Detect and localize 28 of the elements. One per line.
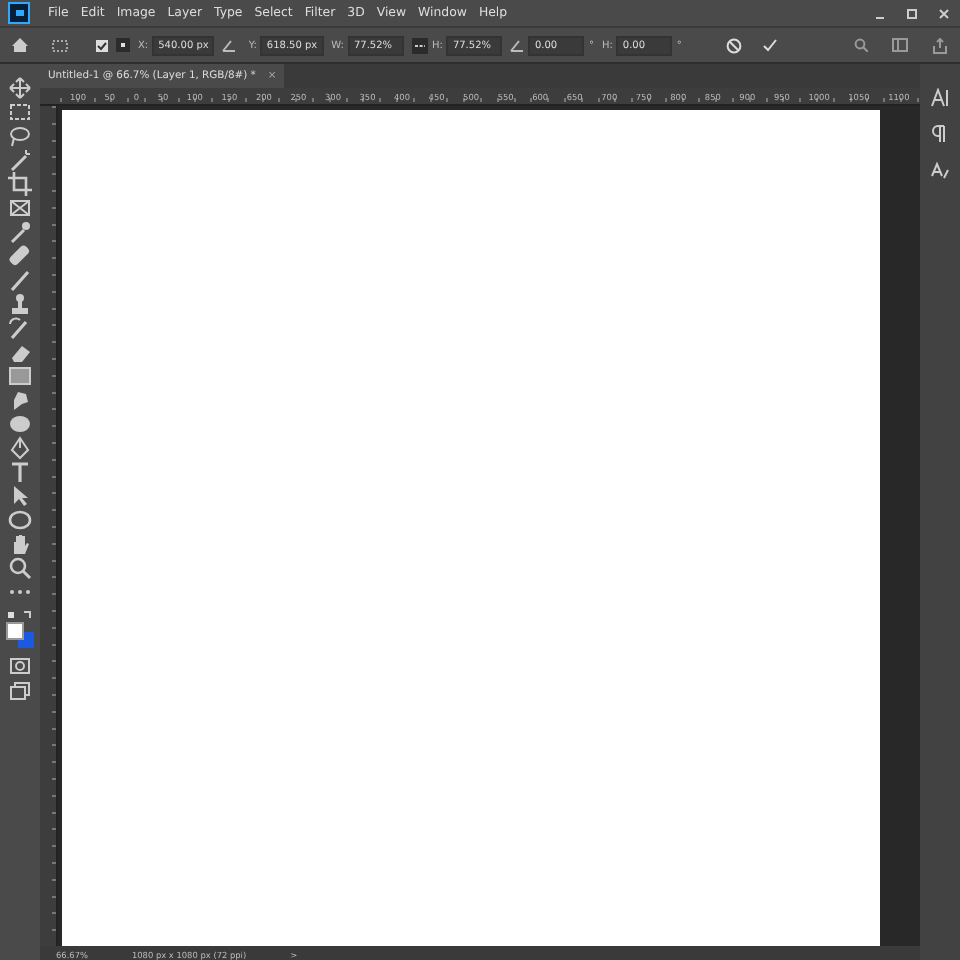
frame-icon[interactable] <box>4 196 36 220</box>
ellipse-icon[interactable] <box>4 508 36 532</box>
lasso-icon[interactable] <box>4 124 36 148</box>
crop-icon[interactable] <box>4 172 36 196</box>
share-icon[interactable] <box>932 37 948 53</box>
glyph-panel-icon[interactable] <box>930 160 950 180</box>
move-icon[interactable] <box>4 76 36 100</box>
character-panel-icon[interactable] <box>930 88 950 108</box>
swap-colors-icon[interactable] <box>6 610 34 622</box>
reference-point-icon[interactable] <box>52 39 68 51</box>
workspace-icon[interactable] <box>892 38 908 52</box>
paragraph-icon[interactable] <box>930 124 950 144</box>
app-logo-icon[interactable] <box>8 2 30 24</box>
angle-icon <box>222 39 237 51</box>
color-swatches-icon[interactable] <box>6 622 34 648</box>
gradient-icon[interactable] <box>4 364 36 388</box>
checkmark-icon[interactable] <box>761 38 778 52</box>
screen-mode-icon[interactable] <box>4 678 36 702</box>
link-icon[interactable] <box>411 37 428 53</box>
anchor-grid-icon[interactable] <box>116 38 130 52</box>
cancel-icon[interactable] <box>725 37 742 53</box>
angle-icon <box>510 39 525 51</box>
checkbox-icon[interactable] <box>96 39 108 51</box>
search-icon[interactable] <box>854 38 868 52</box>
home-icon[interactable] <box>12 38 28 52</box>
marquee-icon[interactable] <box>4 100 36 124</box>
quick-mask-icon[interactable] <box>4 654 36 678</box>
zoom-icon[interactable] <box>4 556 36 580</box>
